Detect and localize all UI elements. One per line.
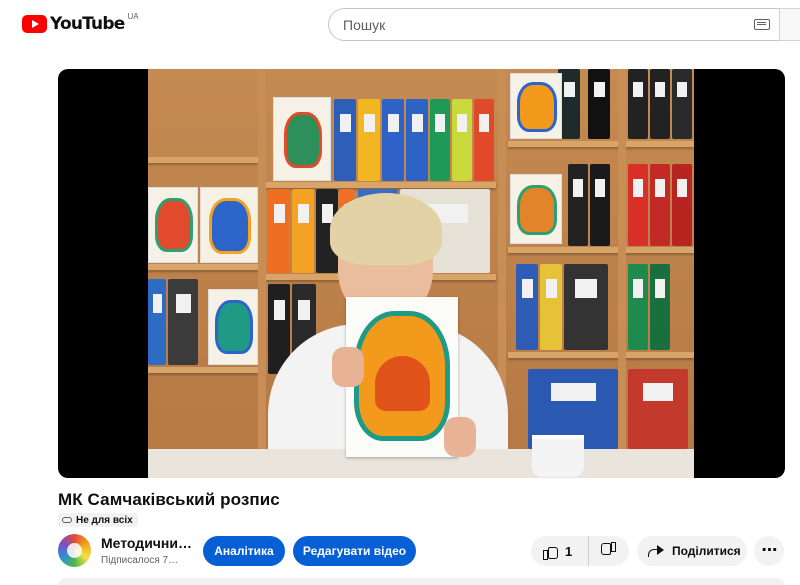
search-button[interactable] [779, 8, 800, 41]
subscriber-count: Підписалося 7… [101, 555, 179, 566]
like-button[interactable]: 1 [531, 536, 589, 566]
like-dislike-group: 1 [531, 536, 629, 566]
like-count: 1 [565, 543, 573, 559]
video-player[interactable] [58, 69, 785, 478]
thumbs-up-icon [543, 544, 558, 560]
youtube-logo[interactable]: YouTube UA [22, 12, 139, 34]
keyboard-icon[interactable] [754, 19, 770, 30]
share-button[interactable]: Поділитися [637, 536, 747, 566]
search-box [328, 8, 780, 41]
search-input[interactable] [343, 16, 743, 33]
country-code: UA [127, 12, 139, 21]
youtube-logo-icon [22, 15, 47, 33]
share-icon [648, 545, 664, 557]
edit-video-button[interactable]: Редагувати відео [293, 536, 416, 566]
video-frame [148, 69, 694, 478]
more-actions-button[interactable]: ⋯ [754, 536, 784, 566]
share-label: Поділитися [672, 544, 741, 558]
thumbs-down-icon [602, 544, 616, 558]
video-title: МК Самчаківський розпис [58, 490, 280, 509]
channel-name[interactable]: Методични… [101, 535, 192, 551]
description-panel[interactable] [58, 578, 785, 585]
channel-avatar[interactable] [58, 534, 91, 567]
visibility-badge: Не для всіх [58, 513, 138, 527]
analytics-button[interactable]: Аналітика [203, 536, 285, 566]
more-icon: ⋯ [761, 542, 778, 559]
link-icon [62, 517, 72, 523]
visibility-label: Не для всіх [76, 514, 133, 526]
dislike-button[interactable] [589, 536, 629, 566]
logo-text: YouTube [50, 14, 125, 34]
